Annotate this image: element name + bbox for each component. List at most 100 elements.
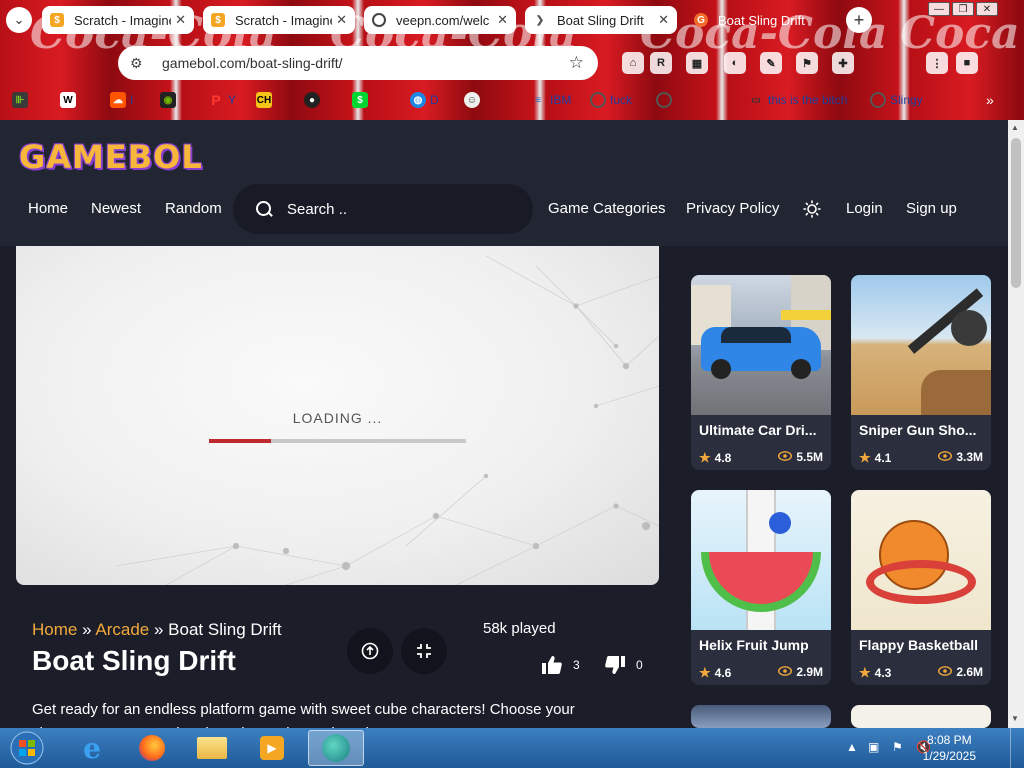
extension-icon[interactable]: ✎ — [760, 52, 782, 74]
bookmark-item[interactable]: ≡ IBM — [530, 91, 571, 109]
close-icon[interactable]: ✕ — [654, 12, 669, 28]
bookmark-label: D — [430, 93, 439, 107]
like-button[interactable]: 3 — [541, 655, 580, 675]
home-icon[interactable]: ⌂ — [622, 52, 644, 74]
nav-newest[interactable]: Newest — [91, 200, 141, 217]
game-card-rating: ★ 4.8 — [699, 450, 731, 466]
game-card[interactable]: Helix Fruit Jump ★ 4.6 2.9M — [691, 490, 831, 685]
game-card[interactable]: Flappy Basketball ★ 4.3 2.6M — [851, 490, 991, 685]
network-icon[interactable]: ▣ — [868, 740, 879, 754]
breadcrumb-category[interactable]: Arcade — [95, 620, 149, 639]
extension-icon[interactable]: ▦ — [686, 52, 708, 74]
bookmark-item[interactable]: P Y — [208, 91, 236, 109]
breadcrumb-current: Boat Sling Drift — [168, 620, 282, 639]
close-icon[interactable]: ✕ — [332, 12, 347, 28]
paypal-icon: P — [211, 92, 221, 108]
site-info-icon[interactable]: ⚙ — [130, 55, 148, 72]
bookmark-item[interactable]: ☺ — [464, 91, 484, 109]
address-bar[interactable]: ⚙ gamebol.com/boat-sling-drift/ ☆ — [118, 46, 598, 80]
globe-icon — [372, 13, 386, 27]
close-icon[interactable]: ✕ — [493, 12, 508, 28]
search-icon[interactable] — [255, 200, 273, 218]
bookmark-item[interactable]: ◉ — [160, 91, 180, 109]
bookmark-item[interactable] — [656, 91, 676, 109]
rating-value: 4.8 — [714, 451, 732, 465]
scroll-up-icon[interactable]: ▲ — [1011, 123, 1019, 132]
game-card[interactable]: Sniper Gun Sho... ★ 4.1 3.3M — [851, 275, 991, 470]
bookmark-item[interactable]: ⊪ — [12, 91, 32, 109]
ch-icon: CH — [256, 92, 272, 108]
system-clock[interactable]: 8:08 PM 1/29/2025 — [923, 732, 976, 764]
bookmark-item[interactable]: ◍ D — [410, 91, 439, 109]
game-card[interactable]: Ultimate Car Dri... ★ 4.8 5.5M — [691, 275, 831, 470]
bookmark-icon: ⊪ — [12, 92, 28, 108]
browser-tab[interactable]: veepn.com/welc ✕ — [364, 6, 516, 34]
minimize-icon[interactable]: — — [928, 2, 950, 16]
github-icon: ● — [304, 92, 320, 108]
bookmarks-overflow-icon[interactable]: » — [986, 91, 994, 109]
extension-icon[interactable]: R — [650, 52, 672, 74]
search-input[interactable] — [285, 199, 505, 219]
nav-random[interactable]: Random — [165, 200, 222, 217]
bookmark-item[interactable]: Slingy — [870, 91, 923, 109]
puzzle-icon[interactable]: ✚ — [832, 52, 854, 74]
bookmark-star-icon[interactable]: ☆ — [569, 53, 584, 73]
browser-tab[interactable]: ❯ Boat Sling Drift ✕ — [525, 6, 677, 34]
browser-tab-active[interactable]: G Boat Sling Drift — [686, 6, 836, 34]
game-player[interactable]: LOADING ... — [16, 246, 659, 585]
game-card[interactable] — [691, 705, 831, 728]
scratch-icon: $ — [50, 13, 64, 27]
bookmark-item[interactable]: ● — [304, 91, 324, 109]
browser-chrome: Coca-Cola Coca-Cola Coca-Cola Coca ⌄ $ S… — [0, 0, 1024, 120]
scratch-icon: $ — [211, 13, 225, 27]
browser-app-icon — [322, 734, 350, 762]
close-window-icon[interactable]: ✕ — [976, 2, 998, 16]
scroll-down-icon[interactable]: ▼ — [1011, 714, 1019, 723]
nav-game-categories[interactable]: Game Categories — [548, 200, 666, 217]
views-value: 2.6M — [956, 665, 983, 679]
maximize-icon[interactable]: ❐ — [952, 2, 974, 16]
taskbar-explorer[interactable] — [184, 730, 240, 766]
nav-login[interactable]: Login — [846, 200, 883, 217]
browser-tab[interactable]: $ Scratch - Imagine ✕ — [203, 6, 355, 34]
extension-icon[interactable]: ◐ — [724, 52, 746, 74]
nav-privacy-policy[interactable]: Privacy Policy — [686, 200, 779, 217]
fullscreen-icon — [417, 644, 431, 658]
show-desktop-button[interactable] — [1010, 728, 1024, 768]
dislike-button[interactable]: 0 — [604, 655, 643, 675]
eye-icon — [778, 665, 793, 679]
game-card[interactable] — [851, 705, 991, 728]
show-hidden-icons[interactable]: ▲ — [846, 740, 858, 754]
share-button[interactable] — [347, 628, 393, 674]
new-tab-button[interactable]: + — [846, 7, 872, 33]
close-icon[interactable]: ✕ — [171, 12, 186, 28]
bookmark-item[interactable]: ☁ I — [110, 91, 133, 109]
start-button[interactable] — [2, 730, 52, 766]
game-card-rating: ★ 4.3 — [859, 665, 891, 681]
tab-search-button[interactable]: ⌄ — [6, 7, 32, 33]
bookmark-item[interactable]: CH — [256, 91, 276, 109]
fullscreen-button[interactable] — [401, 628, 447, 674]
browser-tab[interactable]: $ Scratch - Imagine ✕ — [42, 6, 194, 34]
vertical-scrollbar[interactable]: ▲ ▼ — [1008, 120, 1024, 728]
bookmark-item[interactable]: fuck — [590, 91, 632, 109]
firefox-icon — [139, 735, 165, 761]
action-center-icon[interactable]: ⚑ — [892, 740, 903, 754]
scrollbar-thumb[interactable] — [1011, 138, 1021, 288]
taskbar-browser[interactable] — [308, 730, 364, 766]
site-logo[interactable]: GAMEBOL — [19, 138, 203, 176]
nav-signup[interactable]: Sign up — [906, 200, 957, 217]
more-menu-icon[interactable]: ⋮ — [926, 52, 948, 74]
theme-toggle-icon[interactable] — [803, 200, 821, 218]
nav-home[interactable]: Home — [28, 200, 68, 217]
taskbar-media-player[interactable]: ▶ — [244, 730, 300, 766]
loading-text: LOADING ... — [292, 410, 383, 426]
bookmark-item[interactable]: ▭ this is the bitch — [748, 91, 847, 109]
extension-icon[interactable]: ⚑ — [796, 52, 818, 74]
breadcrumb-home[interactable]: Home — [32, 620, 77, 639]
bookmark-item[interactable]: W — [60, 91, 80, 109]
taskbar-internet-explorer[interactable]: e — [64, 730, 120, 766]
taskbar-firefox[interactable] — [124, 730, 180, 766]
bookmark-item[interactable]: $ — [352, 91, 372, 109]
profile-icon[interactable]: ■ — [956, 52, 978, 74]
